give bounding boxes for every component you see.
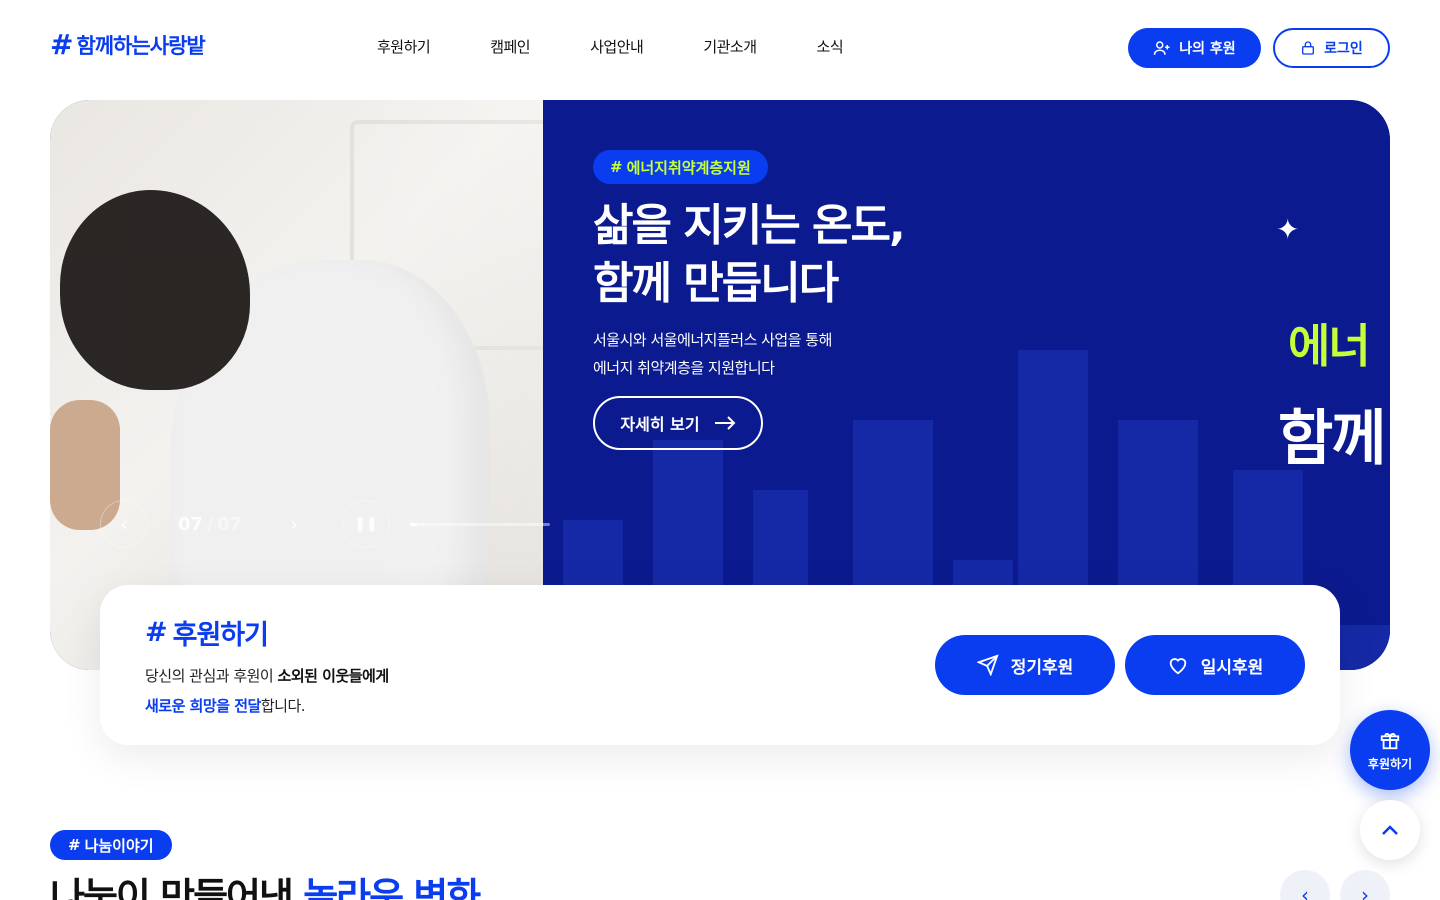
brand-graphic-text-2: 함께 xyxy=(1278,404,1386,474)
chevron-left-icon: ‹ xyxy=(1301,883,1309,900)
login-button[interactable]: 로그인 xyxy=(1273,28,1390,68)
view-more-button[interactable]: 자세히 보기 xyxy=(593,396,763,450)
slide-prev-button[interactable]: ‹ xyxy=(100,500,148,548)
hero-desc-line1: 서울시와 서울에너지플러스 사업을 통해 xyxy=(593,331,832,349)
story-tag-label: 나눔이야기 xyxy=(84,836,154,855)
slide-pause-button[interactable]: ❚❚ xyxy=(342,500,390,548)
hash-icon: # xyxy=(68,836,81,854)
main-nav: 후원하기 캠페인 사업안내 기관소개 소식 xyxy=(377,36,903,57)
nav-item-business[interactable]: 사업안내 xyxy=(590,36,644,57)
hero-title: 삶을 지키는 온도, 함께 만듭니다 xyxy=(593,197,906,313)
slide-current: 07 xyxy=(178,513,204,535)
my-donation-label: 나의 후원 xyxy=(1179,41,1236,57)
scroll-top-button[interactable] xyxy=(1360,800,1420,860)
brand-graphic-text: 에너 xyxy=(1288,319,1371,373)
slide-progress-fill xyxy=(410,523,417,526)
nav-item-campaign[interactable]: 캠페인 xyxy=(490,36,530,57)
lock-icon xyxy=(1302,41,1315,55)
site-header: # 함께하는사랑밭 후원하기 캠페인 사업안내 기관소개 소식 나의 후원 로그… xyxy=(0,0,1440,96)
slide-total: 07 xyxy=(217,513,243,535)
slide-counter: 07 / 07 xyxy=(178,500,242,548)
site-logo[interactable]: # 함께하는사랑밭 xyxy=(50,28,206,61)
slide-separator: / xyxy=(207,513,214,535)
donate-desc-part1: 당신의 관심과 후원이 xyxy=(145,667,278,685)
chevron-up-icon xyxy=(1382,825,1398,835)
donate-title: # 후원하기 xyxy=(145,613,269,652)
donate-desc-highlight: 새로운 희망을 전달 xyxy=(145,697,261,715)
donate-desc-bold: 소외된 이웃들에게 xyxy=(277,667,390,685)
one-time-donation-button[interactable]: 일시후원 xyxy=(1125,635,1305,695)
heart-icon xyxy=(1169,658,1186,675)
login-label: 로그인 xyxy=(1324,41,1363,57)
regular-donation-button[interactable]: 정기후원 xyxy=(935,635,1115,695)
slide-next-button[interactable]: › xyxy=(270,500,318,548)
pause-icon: ❚❚ xyxy=(354,516,378,532)
gift-icon xyxy=(1380,732,1400,749)
hero-tag-label: 에너지취약계층지원 xyxy=(626,158,751,177)
hero-desc-line2: 에너지 취약계층을 지원합니다 xyxy=(593,359,775,377)
story-tag: # 나눔이야기 xyxy=(50,830,172,860)
nav-item-donate[interactable]: 후원하기 xyxy=(377,36,431,57)
nav-item-news[interactable]: 소식 xyxy=(817,36,844,57)
floating-donate-label: 후원하기 xyxy=(1367,756,1413,771)
chevron-right-icon: › xyxy=(1361,883,1369,900)
one-time-donation-label: 일시후원 xyxy=(1200,657,1264,678)
donate-title-label: 후원하기 xyxy=(172,620,269,651)
hash-icon: # xyxy=(50,28,73,61)
nav-item-about[interactable]: 기관소개 xyxy=(703,36,757,57)
hero-title-line1: 삶을 지키는 온도, xyxy=(593,200,906,251)
hash-icon: # xyxy=(610,158,623,176)
chevron-right-icon: › xyxy=(290,512,298,536)
chevron-left-icon: ‹ xyxy=(120,512,128,536)
story-next-button[interactable]: › xyxy=(1340,870,1390,900)
story-prev-button[interactable]: ‹ xyxy=(1280,870,1330,900)
hero-description: 서울시와 서울에너지플러스 사업을 통해 에너지 취약계층을 지원합니다 xyxy=(593,326,832,382)
hero-tag: # 에너지취약계층지원 xyxy=(593,150,768,184)
donate-card: # 후원하기 당신의 관심과 후원이 소외된 이웃들에게 새로운 희망을 전달합… xyxy=(100,585,1340,745)
user-plus-icon xyxy=(1154,41,1170,55)
logo-text: 함께하는사랑밭 xyxy=(76,34,205,58)
arrow-right-icon xyxy=(714,416,735,430)
donate-description: 당신의 관심과 후원이 소외된 이웃들에게 새로운 희망을 전달합니다. xyxy=(145,661,389,721)
story-title-highlight: 놀라운 변화 xyxy=(303,875,481,900)
hero-title-line2: 함께 만듭니다 xyxy=(593,258,839,309)
story-title: 나눔이 만들어낸 놀라운 변화 xyxy=(50,866,481,900)
sparkle-icon: ✦ xyxy=(1276,213,1300,246)
hash-icon: # xyxy=(145,617,168,648)
slide-progress-bar xyxy=(410,523,550,526)
view-more-label: 자세히 보기 xyxy=(620,415,700,434)
regular-donation-label: 정기후원 xyxy=(1010,657,1074,678)
story-title-plain: 나눔이 만들어낸 xyxy=(50,875,304,900)
send-icon xyxy=(976,654,999,676)
floating-donate-button[interactable]: 후원하기 xyxy=(1350,710,1430,790)
donate-desc-part2: 합니다. xyxy=(260,697,306,715)
my-donation-button[interactable]: 나의 후원 xyxy=(1128,28,1261,68)
